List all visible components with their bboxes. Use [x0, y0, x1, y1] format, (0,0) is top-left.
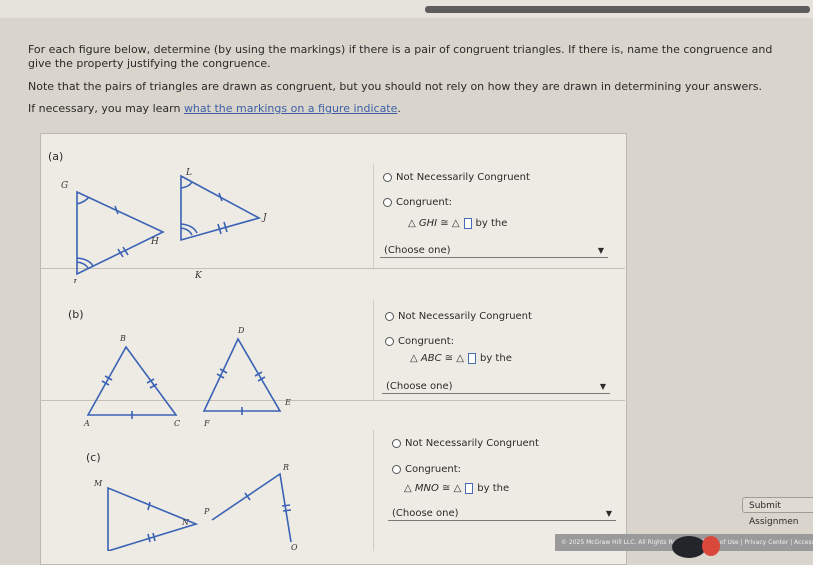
column-separator-c — [373, 430, 374, 551]
part-c-option-congruent[interactable]: Congruent: — [392, 464, 461, 475]
part-b-triangle-name: △ ABC ≅ △ — [410, 353, 464, 364]
part-a-option-congruent[interactable]: Congruent: — [383, 197, 452, 208]
part-c-option-not-congruent[interactable]: Not Necessarily Congruent — [392, 438, 539, 449]
instruction-line-1: For each figure below, determine (by usi… — [28, 43, 773, 70]
radio-icon[interactable] — [385, 337, 394, 346]
part-b-select-value: (Choose one) — [386, 381, 453, 392]
part-a-triangle-name: △ GHI ≅ △ — [408, 218, 460, 229]
part-b-option-not-congruent[interactable]: Not Necessarily Congruent — [385, 311, 532, 322]
part-c-congruent-label: Congruent: — [405, 464, 462, 475]
part-b-property-select[interactable]: (Choose one) ▼ — [382, 380, 610, 394]
markings-help-link[interactable]: what the markings on a figure indicate — [184, 102, 397, 115]
triangle-def — [202, 337, 282, 412]
top-bar — [0, 0, 813, 18]
tick-ro-1 — [281, 504, 291, 507]
instruction-line-3-prefix: If necessary, you may learn — [28, 102, 184, 115]
vertex-g: G — [61, 181, 68, 191]
red-overlay-shape — [702, 536, 720, 556]
vertex-r: R — [282, 463, 289, 472]
progress-bar — [425, 6, 810, 13]
part-b-congruent-label: Congruent: — [398, 336, 455, 347]
part-a-option-not-congruent[interactable]: Not Necessarily Congruent — [383, 172, 530, 183]
part-c-property-select[interactable]: (Choose one) ▼ — [388, 507, 616, 521]
vertex-m: M — [93, 479, 103, 488]
part-a-by-label: by the — [475, 218, 508, 229]
part-c-not-congruent-label: Not Necessarily Congruent — [405, 438, 539, 449]
part-c-select-value: (Choose one) — [392, 508, 459, 519]
radio-icon[interactable] — [383, 173, 392, 182]
tick-mn — [147, 501, 151, 511]
chevron-down-icon: ▼ — [599, 382, 606, 391]
part-a-congruent-label: Congruent: — [396, 197, 453, 208]
vertex-j: J — [261, 213, 268, 223]
vertex-e: E — [284, 398, 291, 407]
vertex-n: N — [181, 518, 190, 527]
part-b-option-congruent[interactable]: Congruent: — [385, 336, 454, 347]
vertex-p: P — [203, 507, 210, 516]
chevron-down-icon: ▼ — [605, 509, 612, 518]
column-separator-a — [373, 164, 374, 268]
vertex-l: L — [185, 168, 192, 178]
radio-icon[interactable] — [383, 198, 392, 207]
vertex-f: F — [203, 419, 210, 428]
tick-no-2 — [152, 532, 156, 542]
part-c-figure: M N O R P — [93, 463, 298, 551]
part-b-label: (b) — [68, 308, 84, 321]
part-b-congruence-statement: △ ABC ≅ △ by the — [410, 353, 512, 364]
tick-no-1 — [147, 533, 151, 543]
instruction-line-3: If necessary, you may learn what the mar… — [28, 102, 401, 116]
part-a-answer-box[interactable] — [463, 218, 472, 229]
part-c-answer-box[interactable] — [465, 483, 474, 494]
vertex-b: B — [119, 334, 126, 343]
part-b-by-label: by the — [479, 353, 512, 364]
instruction-line-2: Note that the pairs of triangles are dra… — [28, 80, 763, 93]
part-a-congruence-statement: △ GHI ≅ △ by the — [408, 218, 507, 229]
vertex-i: I — [72, 279, 77, 283]
radio-icon[interactable] — [385, 312, 394, 321]
angle-l-mark — [180, 181, 193, 189]
part-a-label: (a) — [48, 150, 64, 163]
part-a-select-value: (Choose one) — [384, 245, 451, 256]
vertex-d: D — [237, 326, 245, 335]
vertex-a: A — [83, 419, 90, 428]
vertex-h: H — [150, 237, 159, 247]
part-b-figure: B A C D E F — [83, 326, 291, 428]
part-c-triangle-name: △ MNO ≅ △ — [404, 483, 462, 494]
part-a-property-select[interactable]: (Choose one) ▼ — [380, 244, 608, 258]
part-c-by-label: by the — [477, 483, 510, 494]
tick-ro-2 — [282, 509, 292, 512]
dark-overlay-shape — [672, 536, 706, 558]
instruction-line-3-suffix: . — [397, 102, 401, 115]
part-a-figure: G H I L J K — [61, 168, 268, 283]
part-b-answer-box[interactable] — [467, 353, 476, 364]
vertex-c: C — [174, 419, 180, 428]
angle-k-mark-1 — [180, 227, 193, 236]
chevron-down-icon: ▼ — [597, 246, 604, 255]
triangle-rpo — [211, 472, 292, 543]
part-b-not-congruent-label: Not Necessarily Congruent — [398, 311, 532, 322]
vertex-o: O — [291, 543, 298, 551]
angle-i-mark-1 — [76, 261, 89, 269]
column-separator-b — [373, 300, 374, 400]
part-c-congruence-statement: △ MNO ≅ △ by the — [404, 483, 509, 494]
angle-g-mark — [76, 196, 90, 205]
vertex-k: K — [194, 271, 203, 281]
triangle-abc — [86, 345, 178, 416]
part-a-not-congruent-label: Not Necessarily Congruent — [396, 172, 530, 183]
radio-icon[interactable] — [392, 439, 401, 448]
submit-assignment-button[interactable]: Submit Assignmen — [742, 497, 813, 527]
radio-icon[interactable] — [392, 465, 401, 474]
